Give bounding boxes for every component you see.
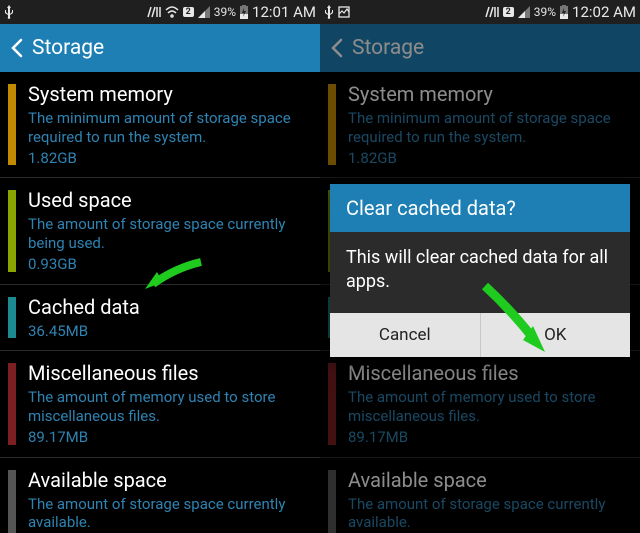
row-title: System memory bbox=[28, 82, 306, 107]
color-bar bbox=[8, 84, 16, 165]
status-bar: 2 39% 12:01 AM bbox=[0, 0, 320, 24]
battery-percent: 39% bbox=[534, 5, 556, 19]
row-subtitle: The amount of memory used to store misce… bbox=[348, 388, 626, 426]
row-cached-data[interactable]: Cached data 36.45MB bbox=[0, 285, 320, 352]
color-bar bbox=[328, 84, 336, 165]
left-pane: 2 39% 12:01 AM Storage System memory The… bbox=[0, 0, 320, 533]
row-value: 89.17MB bbox=[348, 428, 626, 447]
nfc-icon bbox=[485, 6, 499, 18]
row-subtitle: The amount of storage space currently av… bbox=[28, 495, 306, 533]
row-available-space[interactable]: Available space The amount of storage sp… bbox=[320, 458, 640, 533]
row-value: 0.93GB bbox=[28, 255, 306, 274]
row-title: Used space bbox=[28, 188, 306, 213]
row-system-memory[interactable]: System memory The minimum amount of stor… bbox=[0, 72, 320, 178]
battery-percent: 39% bbox=[214, 5, 236, 19]
clear-cache-dialog: Clear cached data? This will clear cache… bbox=[330, 184, 630, 357]
right-pane: 2 39% 12:02 AM Storage System memory The… bbox=[320, 0, 640, 533]
row-title: Available space bbox=[348, 468, 626, 493]
row-title: Cached data bbox=[28, 295, 306, 320]
back-icon[interactable] bbox=[330, 38, 344, 58]
row-title: Available space bbox=[28, 468, 306, 493]
row-subtitle: The amount of storage space currently be… bbox=[28, 215, 306, 253]
row-title: System memory bbox=[348, 82, 626, 107]
row-value: 1.82GB bbox=[348, 149, 626, 168]
row-misc-files[interactable]: Miscellaneous files The amount of memory… bbox=[320, 351, 640, 457]
color-bar bbox=[8, 190, 16, 271]
storage-list: System memory The minimum amount of stor… bbox=[0, 72, 320, 533]
row-value: 1.82GB bbox=[28, 149, 306, 168]
cancel-button[interactable]: Cancel bbox=[330, 313, 481, 357]
app-bar-title: Storage bbox=[352, 36, 424, 60]
row-value: 36.45MB bbox=[28, 322, 306, 341]
usb-icon bbox=[4, 5, 14, 19]
row-system-memory[interactable]: System memory The minimum amount of stor… bbox=[320, 72, 640, 178]
row-available-space[interactable]: Available space The amount of storage sp… bbox=[0, 458, 320, 533]
battery-icon bbox=[240, 5, 248, 19]
row-subtitle: The amount of storage space currently av… bbox=[348, 495, 626, 533]
row-used-space[interactable]: Used space The amount of storage space c… bbox=[0, 178, 320, 284]
color-bar bbox=[328, 363, 336, 444]
row-subtitle: The minimum amount of storage space requ… bbox=[348, 109, 626, 147]
color-bar bbox=[8, 470, 16, 533]
row-misc-files[interactable]: Miscellaneous files The amount of memory… bbox=[0, 351, 320, 457]
row-subtitle: The minimum amount of storage space requ… bbox=[28, 109, 306, 147]
sim2-icon: 2 bbox=[503, 7, 514, 17]
sim2-icon: 2 bbox=[183, 7, 194, 17]
color-bar bbox=[328, 470, 336, 533]
color-bar bbox=[8, 297, 16, 339]
row-subtitle: The amount of memory used to store misce… bbox=[28, 388, 306, 426]
status-bar: 2 39% 12:02 AM bbox=[320, 0, 640, 24]
back-icon[interactable] bbox=[10, 38, 24, 58]
clock: 12:02 AM bbox=[572, 3, 636, 21]
dialog-actions: Cancel OK bbox=[330, 313, 630, 357]
row-value: 89.17MB bbox=[28, 428, 306, 447]
battery-icon bbox=[560, 5, 568, 19]
usb-icon bbox=[324, 5, 334, 19]
row-title: Miscellaneous files bbox=[348, 361, 626, 386]
dialog-title: Clear cached data? bbox=[330, 184, 630, 232]
signal-icon bbox=[518, 6, 530, 18]
wifi-icon bbox=[165, 6, 179, 18]
signal-icon bbox=[198, 6, 210, 18]
nfc-icon bbox=[147, 6, 161, 18]
row-title: Miscellaneous files bbox=[28, 361, 306, 386]
clock: 12:01 AM bbox=[252, 3, 316, 21]
app-bar: Storage bbox=[320, 24, 640, 72]
ok-button[interactable]: OK bbox=[481, 313, 631, 357]
dialog-body: This will clear cached data for all apps… bbox=[330, 232, 630, 313]
app-bar: Storage bbox=[0, 24, 320, 72]
color-bar bbox=[8, 363, 16, 444]
screenshot-icon bbox=[338, 6, 350, 18]
app-bar-title: Storage bbox=[32, 36, 104, 60]
